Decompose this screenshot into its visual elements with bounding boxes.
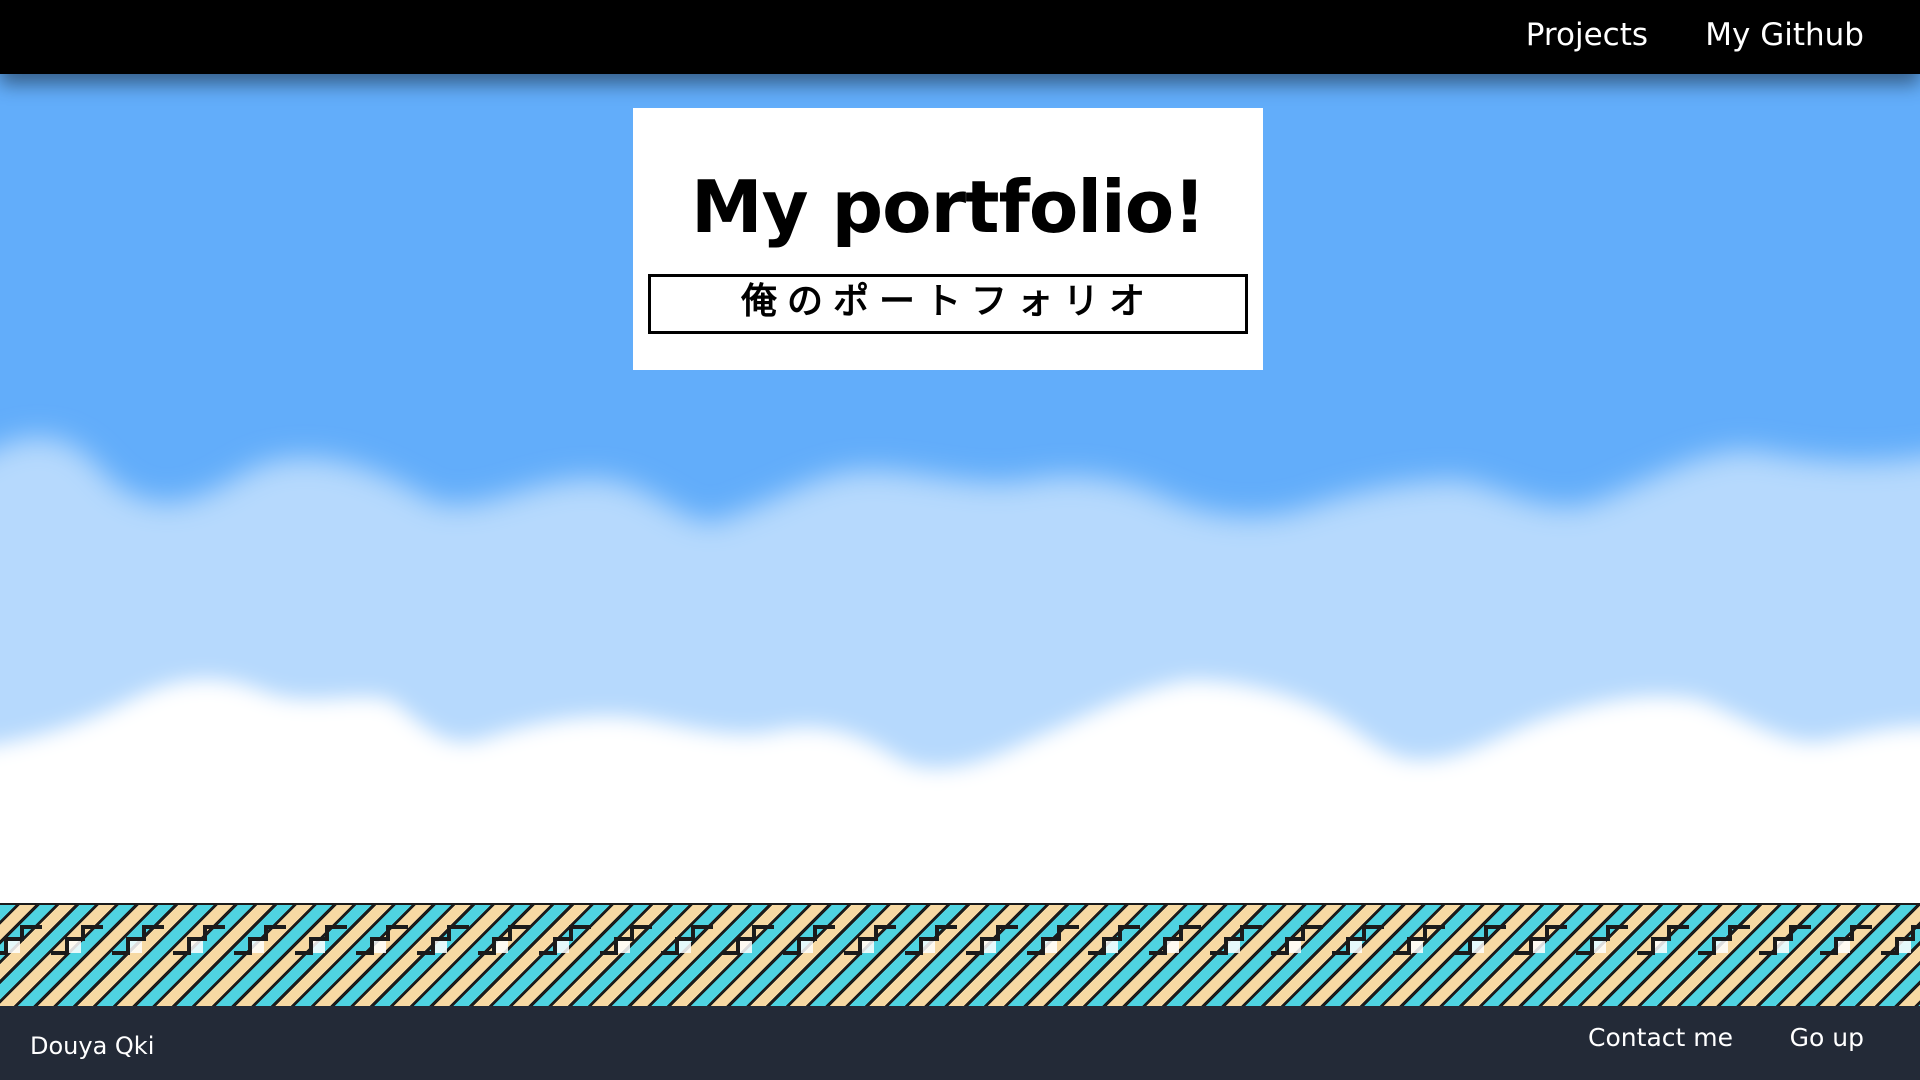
step-motif-block	[1167, 941, 1179, 953]
step-motif-block	[252, 941, 264, 953]
step-motif-block	[1594, 941, 1606, 953]
footer: Douya Qki Contact me Go up	[0, 1006, 1920, 1080]
step-motif-block	[69, 941, 81, 953]
step-motif-block	[1350, 941, 1362, 953]
step-motif-block	[8, 941, 20, 953]
step-motif-block	[130, 941, 142, 953]
step-motif	[0, 925, 42, 955]
step-motif-block	[1899, 941, 1911, 953]
step-motif-block	[923, 941, 935, 953]
step-motif-block	[740, 941, 752, 953]
step-motif-block	[1533, 941, 1545, 953]
page-title: My portfolio!	[690, 165, 1206, 249]
title-card: My portfolio! 俺のポートフォリオ	[633, 108, 1263, 370]
step-motif-block	[374, 941, 386, 953]
nav-link-projects[interactable]: Projects	[1526, 15, 1648, 55]
step-pattern	[0, 925, 1920, 955]
footer-author-name: Douya Qki	[30, 1032, 155, 1060]
step-motif-block	[1838, 941, 1850, 953]
step-motif-block	[801, 941, 813, 953]
step-motif-block	[1289, 941, 1301, 953]
decorative-pattern-band	[0, 903, 1920, 1006]
subtitle-box: 俺のポートフォリオ	[648, 274, 1248, 334]
step-motif-block	[1655, 941, 1667, 953]
step-motif-block	[618, 941, 630, 953]
step-motif-block	[679, 941, 691, 953]
contact-me-link[interactable]: Contact me	[1588, 1022, 1733, 1054]
step-motif-block	[1045, 941, 1057, 953]
step-motif-block	[862, 941, 874, 953]
step-motif-block	[557, 941, 569, 953]
step-motif-block	[1411, 941, 1423, 953]
go-up-link[interactable]: Go up	[1790, 1022, 1864, 1054]
step-motif-block	[1472, 941, 1484, 953]
step-motif-block	[1228, 941, 1240, 953]
step-motif-block	[1716, 941, 1728, 953]
step-motif-block	[1777, 941, 1789, 953]
page-subtitle: 俺のポートフォリオ	[740, 281, 1155, 322]
step-motif-block	[1106, 941, 1118, 953]
step-motif-block	[984, 941, 996, 953]
step-motif-block	[435, 941, 447, 953]
top-navigation-bar: Projects My Github	[0, 0, 1920, 74]
step-motif-block	[496, 941, 508, 953]
nav-link-github[interactable]: My Github	[1705, 15, 1864, 55]
step-motif-block	[191, 941, 203, 953]
step-motif-block	[313, 941, 325, 953]
